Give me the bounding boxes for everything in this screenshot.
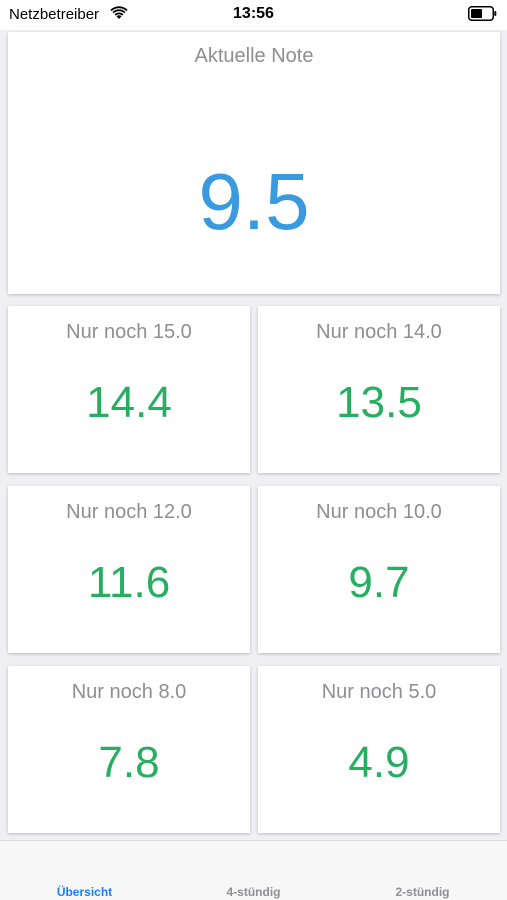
tab-4-hour[interactable]: 4-stündig	[169, 885, 338, 899]
target-card-5: Nur noch 5.0 4.9	[258, 666, 500, 833]
target-card-10: Nur noch 10.0 9.7	[258, 486, 500, 653]
target-value: 9.7	[348, 558, 410, 607]
tab-overview[interactable]: Übersicht	[0, 885, 169, 899]
tab-bar: Übersicht 4-stündig 2-stündig	[0, 840, 507, 900]
target-card-14: Nur noch 14.0 13.5	[258, 306, 500, 473]
target-value: 13.5	[336, 378, 422, 427]
target-label: Nur noch 14.0	[316, 321, 442, 343]
target-label: Nur noch 8.0	[71, 681, 187, 703]
target-card-15: Nur noch 15.0 14.4	[8, 306, 250, 473]
target-value: 4.9	[348, 738, 410, 787]
target-value: 7.8	[98, 738, 160, 787]
target-label: Nur noch 10.0	[316, 501, 442, 523]
tab-2-hour[interactable]: 2-stündig	[338, 885, 507, 899]
target-card-12: Nur noch 12.0 11.6	[8, 486, 250, 653]
current-grade-card: Aktuelle Note 9.5	[8, 32, 500, 294]
target-label: Nur noch 5.0	[321, 681, 437, 703]
status-bar: Netzbetreiber 13:56	[0, 0, 507, 30]
target-value: 11.6	[87, 558, 171, 607]
battery-icon	[468, 6, 497, 21]
target-label: Nur noch 15.0	[66, 321, 192, 343]
status-time: 13:56	[233, 5, 274, 22]
target-value: 14.4	[86, 378, 172, 427]
current-grade-label: Aktuelle Note	[194, 45, 314, 67]
target-label: Nur noch 12.0	[66, 501, 192, 523]
target-card-8: Nur noch 8.0 7.8	[8, 666, 250, 833]
current-grade-value: 9.5	[198, 157, 310, 246]
